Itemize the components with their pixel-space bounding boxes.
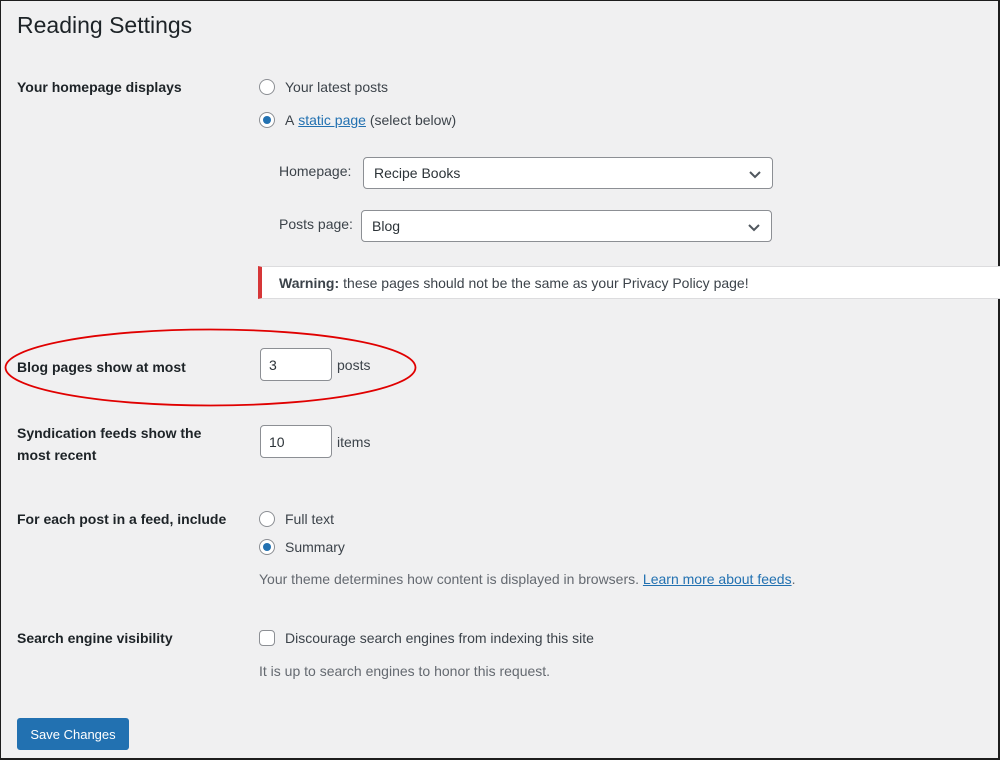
chevron-down-icon bbox=[749, 171, 761, 179]
homepage-select[interactable]: Recipe Books bbox=[363, 157, 773, 189]
radio-full-text[interactable]: Full text bbox=[259, 509, 334, 529]
radio-latest-posts-label: Your latest posts bbox=[285, 79, 388, 95]
posts-page-select-value: Blog bbox=[372, 218, 401, 234]
homepage-displays-label: Your homepage displays bbox=[17, 79, 182, 95]
feed-description-text: Your theme determines how content is dis… bbox=[259, 571, 640, 587]
blog-pages-label: Blog pages show at most bbox=[17, 359, 186, 375]
posts-page-select[interactable]: Blog bbox=[361, 210, 772, 242]
radio-summary-label: Summary bbox=[285, 539, 345, 555]
homepage-select-value: Recipe Books bbox=[374, 165, 461, 181]
syndication-label-line2: most recent bbox=[17, 447, 97, 463]
search-visibility-description: It is up to search engines to honor this… bbox=[259, 663, 551, 679]
warning-notice: Warning: these pages should not be the s… bbox=[258, 266, 1000, 299]
static-page-suffix: (select below) bbox=[369, 112, 457, 128]
radio-unchecked-icon[interactable] bbox=[259, 79, 275, 95]
warning-text: these pages should not be the same as yo… bbox=[343, 274, 749, 291]
radio-summary[interactable]: Summary bbox=[259, 537, 345, 557]
feed-items-input[interactable]: 10 bbox=[260, 425, 332, 458]
radio-static-page[interactable]: A static page (select below) bbox=[259, 110, 456, 130]
radio-full-text-label: Full text bbox=[285, 511, 335, 527]
learn-more-feeds-link[interactable]: Learn more about feeds bbox=[643, 571, 792, 587]
chevron-down-icon bbox=[748, 224, 760, 232]
syndication-label: Syndication feeds show the most recent bbox=[17, 422, 201, 466]
syndication-label-line1: Syndication feeds show the bbox=[17, 425, 202, 441]
posts-per-page-value: 3 bbox=[269, 356, 277, 373]
feed-description-period: . bbox=[791, 571, 796, 587]
feed-items-value: 10 bbox=[269, 433, 285, 450]
radio-unchecked-icon[interactable] bbox=[259, 511, 275, 527]
static-page-link[interactable]: static page bbox=[298, 110, 366, 130]
checkbox-unchecked-icon[interactable] bbox=[259, 630, 275, 646]
save-changes-button[interactable]: Save Changes bbox=[17, 718, 129, 750]
radio-latest-posts[interactable]: Your latest posts bbox=[259, 77, 388, 97]
discourage-search-label: Discourage search engines from indexing … bbox=[285, 630, 594, 646]
discourage-search-checkbox[interactable]: Discourage search engines from indexing … bbox=[259, 628, 594, 648]
homepage-select-label: Homepage: bbox=[279, 163, 352, 179]
posts-unit: posts bbox=[337, 357, 371, 373]
feed-description: Your theme determines how content is dis… bbox=[259, 571, 795, 587]
posts-per-page-input[interactable]: 3 bbox=[260, 348, 332, 381]
posts-page-select-label: Posts page: bbox=[279, 216, 353, 232]
items-unit: items bbox=[337, 434, 371, 450]
static-page-prefix: A bbox=[285, 112, 295, 128]
search-visibility-label: Search engine visibility bbox=[17, 630, 173, 646]
radio-checked-icon[interactable] bbox=[259, 112, 275, 128]
warning-strong: Warning: bbox=[279, 274, 340, 291]
feed-include-label: For each post in a feed, include bbox=[17, 511, 227, 527]
page-title: Reading Settings bbox=[17, 12, 193, 38]
radio-checked-icon[interactable] bbox=[259, 539, 275, 555]
